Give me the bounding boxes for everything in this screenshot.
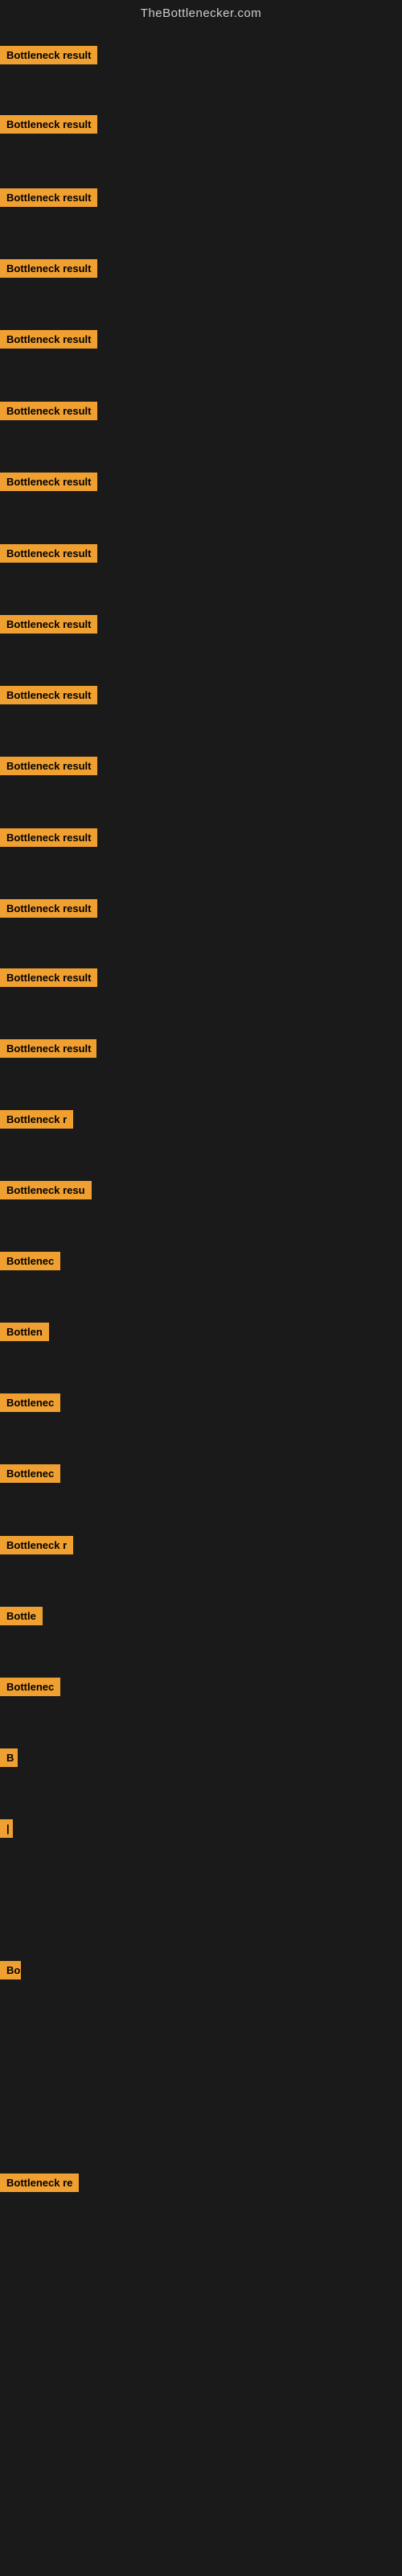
bottleneck-item-23[interactable]: Bottle — [0, 1607, 43, 1625]
bottleneck-badge-20: Bottlenec — [0, 1393, 60, 1412]
bottleneck-badge-22: Bottleneck r — [0, 1536, 73, 1554]
bottleneck-badge-28: Bottleneck re — [0, 2174, 79, 2192]
bottleneck-badge-12: Bottleneck result — [0, 828, 97, 847]
bottleneck-badge-9: Bottleneck result — [0, 615, 97, 634]
bottleneck-item-10[interactable]: Bottleneck result — [0, 686, 97, 704]
bottleneck-item-4[interactable]: Bottleneck result — [0, 259, 97, 278]
bottleneck-badge-17: Bottleneck resu — [0, 1181, 92, 1199]
bottleneck-item-14[interactable]: Bottleneck result — [0, 968, 97, 987]
bottleneck-item-26[interactable]: | — [0, 1819, 13, 1838]
bottleneck-badge-15: Bottleneck result — [0, 1039, 96, 1058]
bottleneck-item-3[interactable]: Bottleneck result — [0, 188, 97, 207]
bottleneck-badge-11: Bottleneck result — [0, 757, 97, 775]
bottleneck-item-6[interactable]: Bottleneck result — [0, 402, 97, 420]
bottleneck-item-28[interactable]: Bottleneck re — [0, 2174, 79, 2192]
bottleneck-badge-3: Bottleneck result — [0, 188, 97, 207]
bottleneck-badge-6: Bottleneck result — [0, 402, 97, 420]
bottleneck-item-13[interactable]: Bottleneck result — [0, 899, 97, 918]
bottleneck-item-5[interactable]: Bottleneck result — [0, 330, 97, 349]
bottleneck-badge-18: Bottlenec — [0, 1252, 60, 1270]
bottleneck-item-17[interactable]: Bottleneck resu — [0, 1181, 92, 1199]
bottleneck-item-22[interactable]: Bottleneck r — [0, 1536, 73, 1554]
bottleneck-item-18[interactable]: Bottlenec — [0, 1252, 60, 1270]
bottleneck-item-12[interactable]: Bottleneck result — [0, 828, 97, 847]
bottleneck-badge-19: Bottlen — [0, 1323, 49, 1341]
bottleneck-badge-14: Bottleneck result — [0, 968, 97, 987]
bottleneck-badge-2: Bottleneck result — [0, 115, 97, 134]
bottleneck-badge-1: Bottleneck result — [0, 46, 97, 64]
site-title: TheBottlenecker.com — [0, 0, 402, 23]
bottleneck-badge-25: B — [0, 1748, 18, 1767]
bottleneck-item-7[interactable]: Bottleneck result — [0, 473, 97, 491]
bottleneck-item-24[interactable]: Bottlenec — [0, 1678, 60, 1696]
bottleneck-badge-4: Bottleneck result — [0, 259, 97, 278]
bottleneck-badge-24: Bottlenec — [0, 1678, 60, 1696]
bottleneck-badge-8: Bottleneck result — [0, 544, 97, 563]
bottleneck-item-1[interactable]: Bottleneck result — [0, 46, 97, 64]
bottleneck-badge-26: | — [0, 1819, 13, 1838]
bottleneck-item-11[interactable]: Bottleneck result — [0, 757, 97, 775]
bottleneck-item-2[interactable]: Bottleneck result — [0, 115, 97, 134]
bottleneck-badge-5: Bottleneck result — [0, 330, 97, 349]
bottleneck-badge-13: Bottleneck result — [0, 899, 97, 918]
bottleneck-badge-16: Bottleneck r — [0, 1110, 73, 1129]
bottleneck-badge-21: Bottlenec — [0, 1464, 60, 1483]
bottleneck-item-21[interactable]: Bottlenec — [0, 1464, 60, 1483]
bottleneck-item-9[interactable]: Bottleneck result — [0, 615, 97, 634]
bottleneck-item-27[interactable]: Bo — [0, 1961, 21, 1979]
bottleneck-badge-10: Bottleneck result — [0, 686, 97, 704]
bottleneck-item-16[interactable]: Bottleneck r — [0, 1110, 73, 1129]
bottleneck-badge-7: Bottleneck result — [0, 473, 97, 491]
bottleneck-item-25[interactable]: B — [0, 1748, 18, 1767]
bottleneck-badge-27: Bo — [0, 1961, 21, 1979]
bottleneck-item-8[interactable]: Bottleneck result — [0, 544, 97, 563]
bottleneck-badge-23: Bottle — [0, 1607, 43, 1625]
bottleneck-item-19[interactable]: Bottlen — [0, 1323, 49, 1341]
bottleneck-item-20[interactable]: Bottlenec — [0, 1393, 60, 1412]
bottleneck-item-15[interactable]: Bottleneck result — [0, 1039, 96, 1058]
